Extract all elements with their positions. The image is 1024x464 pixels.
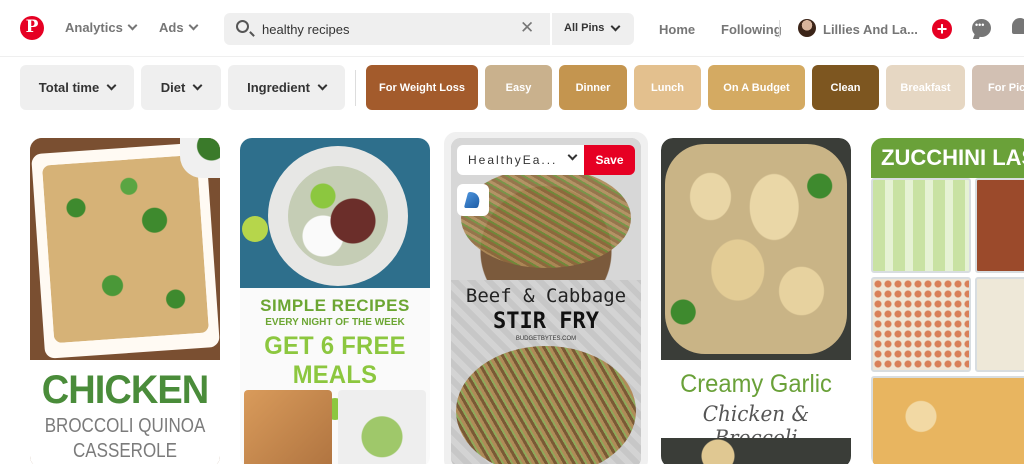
filter-ingredient[interactable]: Ingredient: [228, 65, 345, 110]
create-plus-icon[interactable]: +: [932, 19, 952, 39]
pin-overlay-text: CHICKEN BROCCOLI QUINOA CASSEROLE: [30, 360, 220, 464]
search-divider: [550, 13, 552, 45]
pin-simple-recipes[interactable]: SIMPLE RECIPES EVERY NIGHT OF THE WEEK G…: [240, 138, 430, 464]
filter-label: Diet: [160, 80, 186, 95]
avatar[interactable]: [798, 19, 816, 37]
chevron-down-icon: [127, 20, 138, 31]
pin-image-bottom: [661, 438, 851, 464]
chevron-down-icon: [317, 80, 328, 91]
search-scope-label: All Pins: [564, 22, 605, 34]
meat-sauce-photo: [975, 178, 1024, 273]
filter-label: Ingredient: [247, 80, 310, 95]
clear-search-icon[interactable]: ✕: [520, 18, 534, 38]
search-scope-dropdown[interactable]: All Pins: [564, 21, 621, 34]
chicken-skillet: [665, 144, 847, 354]
header-divider: [779, 20, 780, 38]
chip-on-a-budget[interactable]: On A Budget: [708, 65, 805, 110]
search-bar: healthy recipes ✕ All Pins: [224, 13, 634, 45]
chip-label: Clean: [830, 81, 861, 94]
chip-breakfast[interactable]: Breakfast: [886, 65, 965, 110]
pin-creamy-garlic-chicken[interactable]: Creamy Garlic Chicken & Broccoli: [661, 138, 851, 464]
chip-dinner[interactable]: Dinner: [559, 65, 627, 110]
chip-lunch[interactable]: Lunch: [634, 65, 701, 110]
pin-subtitle: EVERY NIGHT OF THE WEEK: [265, 317, 405, 328]
chevron-down-icon: [106, 80, 117, 91]
chip-label: Dinner: [575, 81, 611, 94]
layered-lasagna-photo: [871, 277, 971, 372]
stir-fry-pan-photo: [456, 346, 636, 464]
chip-label: Breakfast: [900, 81, 951, 94]
search-input[interactable]: healthy recipes: [262, 22, 349, 37]
casserole-food: [41, 154, 210, 344]
cutting-board-photo: [244, 390, 332, 464]
lime-slice: [242, 216, 268, 242]
pinterest-logo-icon[interactable]: P: [20, 16, 44, 40]
ads-menu[interactable]: Ads: [159, 20, 199, 35]
pin-beef-cabbage-stir-fry[interactable]: Beef & Cabbage STIR FRY BUDGETBYTES.COM …: [444, 132, 648, 464]
chip-label: Lunch: [651, 81, 684, 94]
chip-easy[interactable]: Easy: [485, 65, 552, 110]
chip-label: On A Budget: [723, 81, 790, 94]
pin-chicken-broccoli-quinoa[interactable]: CHICKEN BROCCOLI QUINOA CASSEROLE: [30, 138, 220, 464]
chevron-down-icon: [192, 80, 203, 91]
pin-image: [240, 138, 430, 288]
chip-for-weight-loss[interactable]: For Weight Loss: [366, 65, 478, 110]
filter-divider: [355, 70, 356, 106]
pin-subtitle: CASSEROLE: [73, 440, 177, 462]
chip-label: Easy: [505, 81, 532, 94]
zucchini-strips-photo: [871, 178, 971, 273]
board-select-dropdown[interactable]: HealthyEa...: [457, 145, 584, 175]
pin-image: [661, 138, 851, 360]
pin-image-grid: [871, 178, 1024, 464]
analytics-label: Analytics: [65, 20, 123, 35]
noodles: [461, 168, 631, 268]
filter-label: Total time: [38, 80, 100, 95]
chip-for-pic[interactable]: For Pic: [972, 65, 1024, 110]
salad-plate-photo: [338, 390, 426, 464]
chevron-down-icon: [610, 21, 621, 31]
pin-headline: STIR FRY: [493, 309, 599, 334]
pin-title: SIMPLE RECIPES: [260, 296, 410, 315]
pin-title: CHICKEN: [41, 368, 209, 412]
messages-icon[interactable]: [972, 19, 991, 37]
chip-label: For Weight Loss: [379, 81, 465, 94]
header-divider-line: [0, 56, 1024, 57]
chip-label: For Pic: [988, 81, 1024, 94]
analytics-menu[interactable]: Analytics: [65, 20, 138, 35]
chevron-down-icon: [567, 150, 578, 161]
filter-diet[interactable]: Diet: [141, 65, 221, 110]
pin-title: Beef & Cabbage: [465, 285, 627, 307]
search-icon: [236, 20, 249, 33]
following-link[interactable]: Following: [721, 22, 782, 37]
chip-clean[interactable]: Clean: [812, 65, 879, 110]
steak-rice-bowl: [288, 166, 388, 266]
profile-link[interactable]: Lillies And La...: [823, 22, 918, 37]
save-button[interactable]: Save: [584, 145, 635, 175]
pin-title: ZUCCHINI LASAGNA: [871, 138, 1024, 178]
ricotta-layer-photo: [975, 277, 1024, 372]
share-icon[interactable]: [457, 184, 489, 216]
pin-image-bottom: [240, 390, 430, 464]
pin-headline: GET 6 FREE MEALS: [264, 332, 406, 389]
salad-bowl: [180, 138, 220, 178]
pin-subtitle: BROCCOLI QUINOA: [44, 415, 206, 437]
top-navigation-bar: P Analytics Ads healthy recipes ✕ All Pi…: [0, 0, 1024, 56]
home-link[interactable]: Home: [659, 22, 695, 37]
ads-label: Ads: [159, 20, 184, 35]
notifications-icon[interactable]: [1012, 18, 1024, 34]
filter-total-time[interactable]: Total time: [20, 65, 134, 110]
pin-title: Creamy Garlic: [680, 370, 832, 398]
baked-lasagna-photo: [871, 376, 1024, 464]
board-name: HealthyEa...: [468, 153, 558, 167]
pin-image: [30, 138, 220, 360]
pin-source: BUDGETBYTES.COM: [515, 336, 577, 342]
chevron-down-icon: [188, 20, 199, 31]
pin-zucchini-lasagna[interactable]: ZUCCHINI LASAGNA: [871, 138, 1024, 464]
